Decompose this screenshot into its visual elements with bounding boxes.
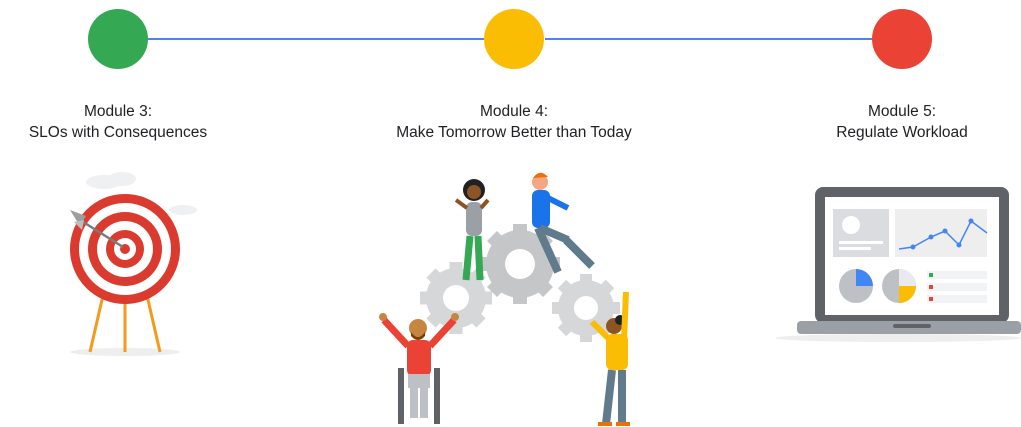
connector-line-4-5	[545, 38, 873, 40]
module-4-heading: Module 4:	[479, 103, 549, 120]
module-3-node	[88, 9, 148, 69]
target-icon	[70, 172, 197, 356]
module-3-heading: Module 3:	[83, 103, 153, 120]
module-4-node	[484, 9, 544, 69]
module-4-subtitle: Make Tomorrow Better than Today	[396, 124, 632, 141]
module-5-heading: Module 5:	[867, 103, 937, 120]
module-5-subtitle: Regulate Workload	[836, 124, 968, 141]
team-gears-icon	[379, 172, 630, 426]
module-3-subtitle: SLOs with Consequences	[28, 124, 208, 141]
module-5-caption: Module 5: Regulate Workload	[812, 101, 992, 143]
connector-line-3-4	[148, 38, 485, 40]
module-3-caption: Module 3: SLOs with Consequences	[0, 101, 236, 143]
laptop-dashboard-icon	[775, 187, 1021, 342]
module-4-caption: Module 4: Make Tomorrow Better than Toda…	[364, 101, 664, 143]
module-5-node	[872, 9, 932, 69]
